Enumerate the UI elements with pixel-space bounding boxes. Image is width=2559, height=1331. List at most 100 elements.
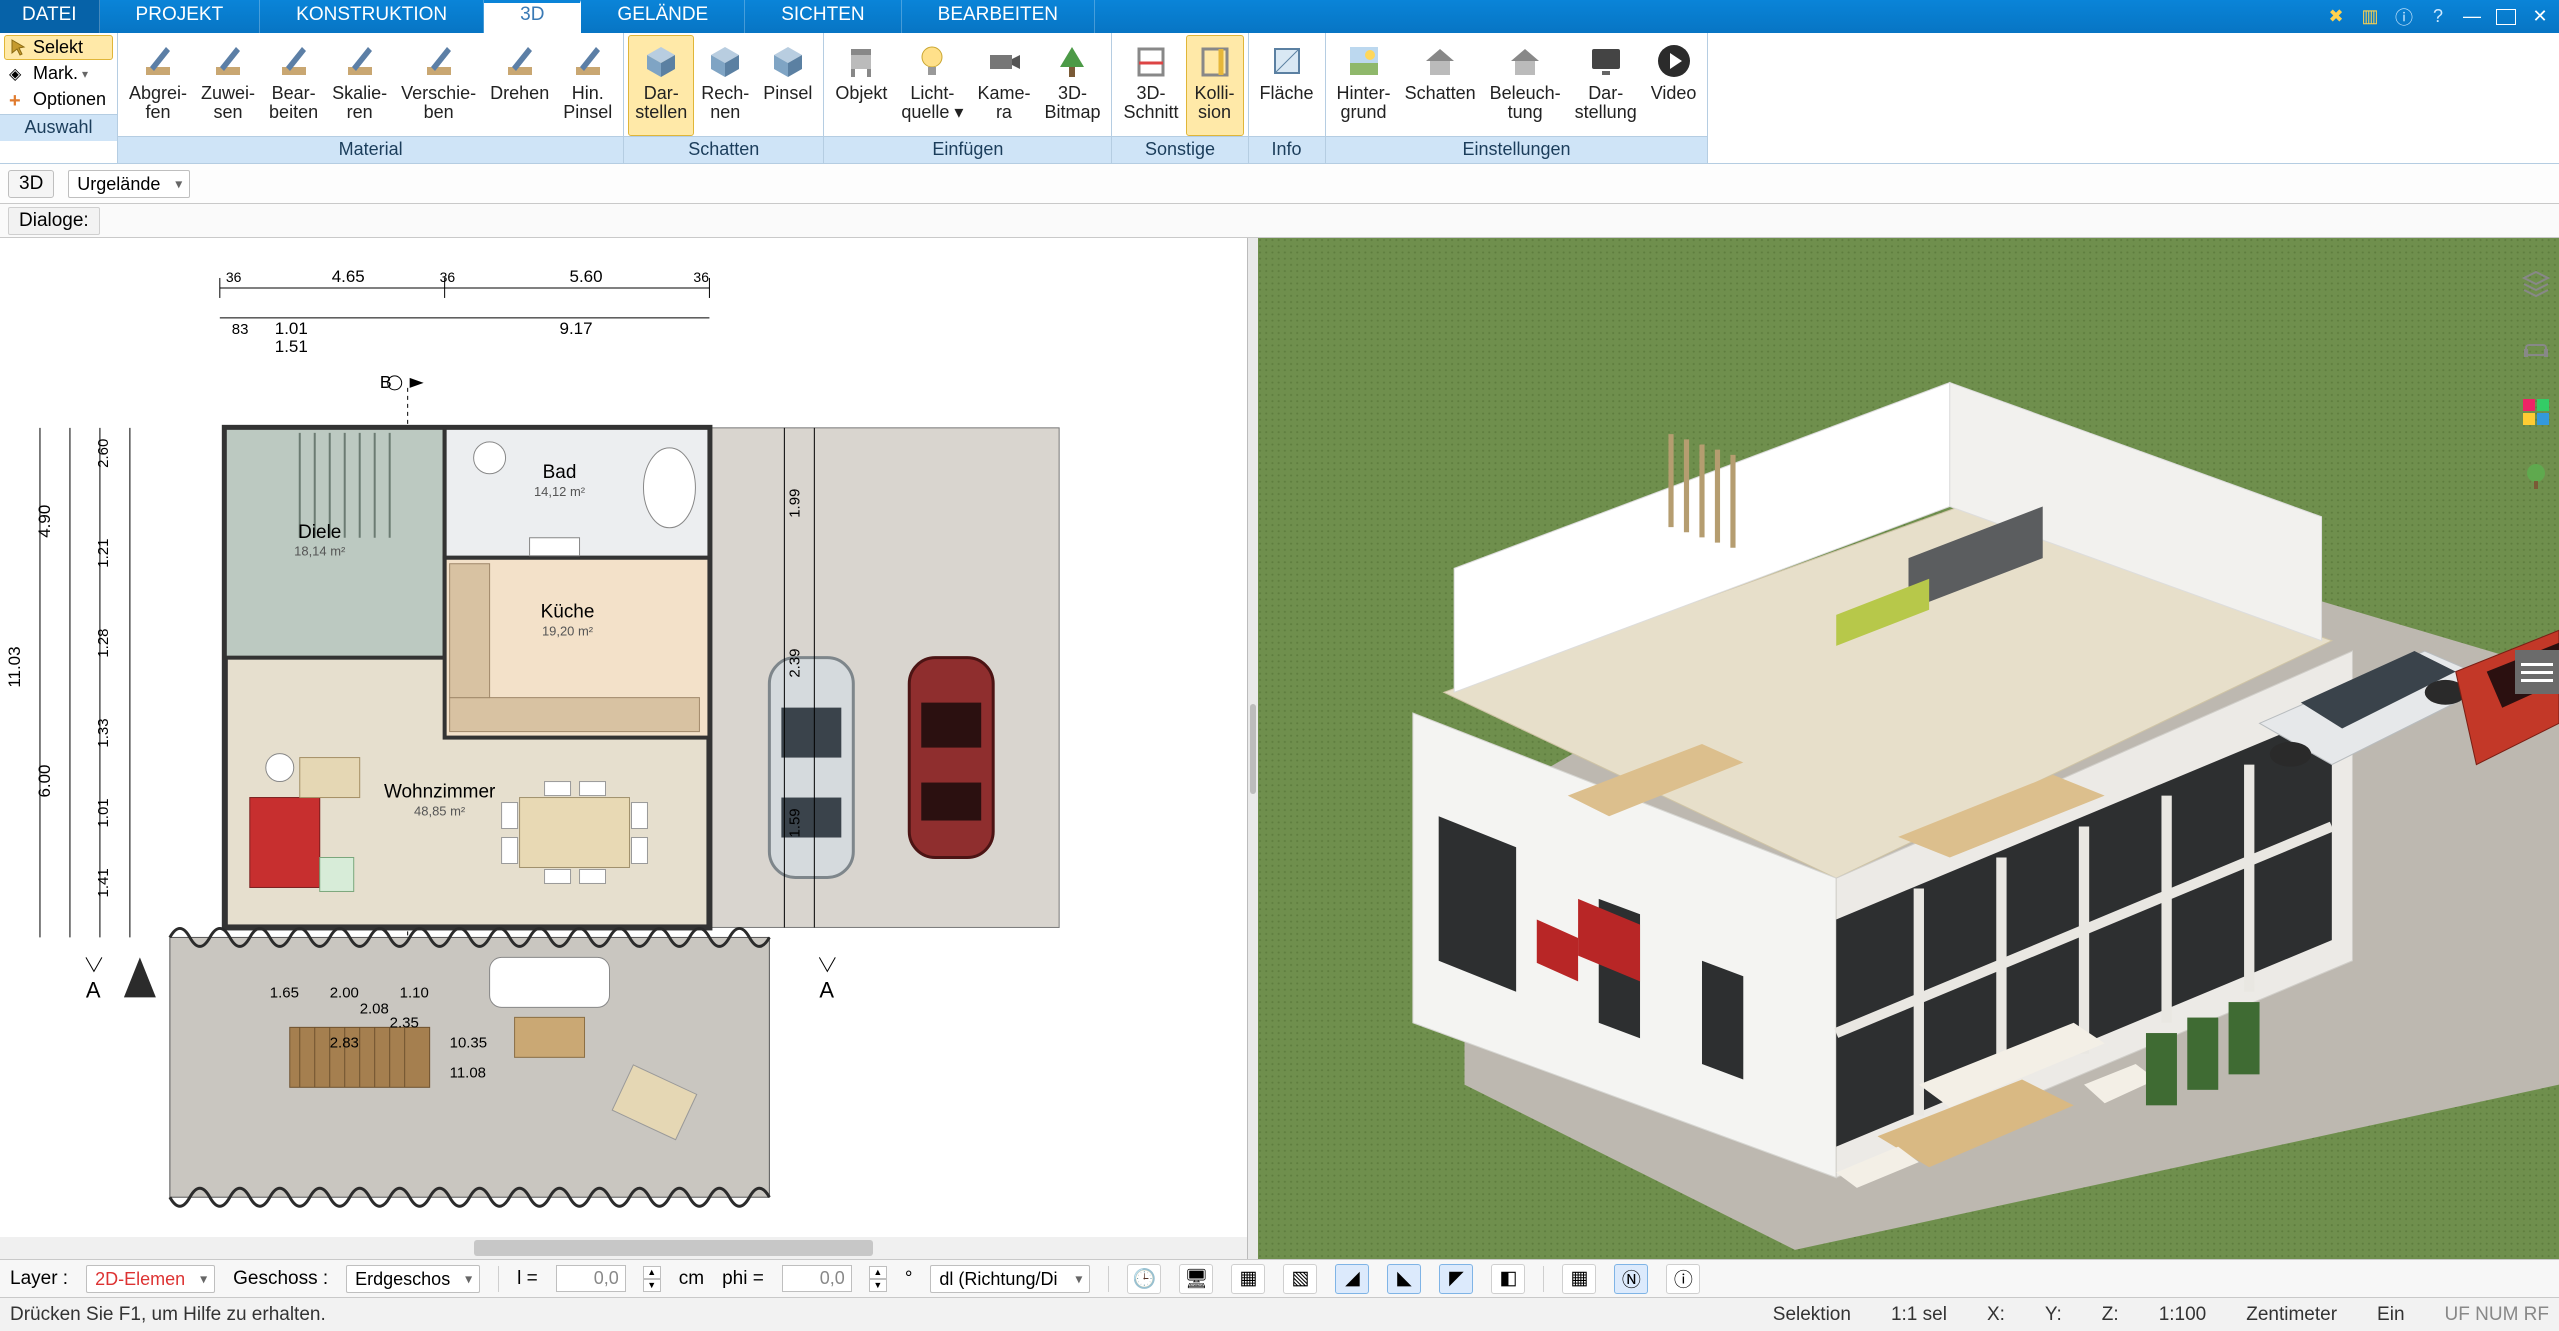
ribbon-btn-label: Objekt [835, 84, 887, 103]
info-icon[interactable]: ⓘ [2391, 4, 2417, 30]
material-verschie-button[interactable]: Verschie- ben [394, 35, 483, 136]
compass-icon[interactable]: Ⓝ [1614, 1264, 1648, 1294]
area-icon [1266, 40, 1308, 82]
einfuegen-d-button[interactable]: 3D- Bitmap [1037, 35, 1107, 136]
select-tool[interactable]: Selekt [4, 35, 113, 60]
storey-dropdown[interactable]: Erdgeschos [346, 1265, 480, 1293]
sonstige-d-button[interactable]: 3D- Schnitt [1116, 35, 1185, 136]
coord-mode-dropdown[interactable]: dl (Richtung/Di [930, 1265, 1090, 1293]
length-input[interactable] [556, 1265, 626, 1292]
phi-up[interactable]: ▲ [869, 1266, 887, 1279]
menu-konstruktion[interactable]: KONSTRUKTION [260, 0, 484, 33]
section-marker-a-right: A [819, 957, 835, 1002]
options-tool[interactable]: + Optionen [4, 87, 113, 112]
schatten-pinsel-button[interactable]: Pinsel [756, 35, 819, 136]
context-bar: 3D Urgelände [0, 164, 2559, 204]
snap-b-icon[interactable]: ◣ [1387, 1264, 1421, 1294]
ribbon-btn-label: Video [1651, 84, 1697, 103]
diml-d2: 1.28 [95, 629, 112, 658]
diml-d3: 1.33 [95, 718, 112, 747]
info-toggle-icon[interactable]: ⓘ [1666, 1264, 1700, 1294]
length-label: l = [517, 1268, 538, 1290]
snap-a-icon[interactable]: ◢ [1335, 1264, 1369, 1294]
dim-top-s1: 1.01 [275, 319, 308, 338]
room-label-diele: Diele [298, 522, 341, 543]
einstellungen-schatten-button[interactable]: Schatten [1398, 35, 1483, 136]
material-skalie-button[interactable]: Skalie- ren [325, 35, 394, 136]
status-flags: UF NUM RF [2445, 1304, 2549, 1326]
phi-down[interactable]: ▼ [869, 1279, 887, 1292]
palette-icon[interactable] [2518, 394, 2554, 430]
options-tool-label: Optionen [33, 89, 106, 110]
tools-icon[interactable]: ✖ [2323, 4, 2349, 30]
length-up[interactable]: ▲ [643, 1266, 661, 1279]
menu-gelaende[interactable]: GELÄNDE [581, 0, 745, 33]
schatten-rech-button[interactable]: Rech- nen [694, 35, 756, 136]
material-hin-button[interactable]: Hin. Pinsel [556, 35, 619, 136]
menu-bearbeiten[interactable]: BEARBEITEN [902, 0, 1095, 33]
ribbon-group-label: Auswahl [0, 114, 117, 141]
layout-icon[interactable]: ▥ [2357, 4, 2383, 30]
monitor-icon[interactable]: 🖥 [1179, 1264, 1213, 1294]
einfuegen-kame-button[interactable]: Kame- ra [970, 35, 1037, 136]
cube-brush-icon [767, 40, 809, 82]
plant-icon[interactable] [2518, 458, 2554, 494]
layers-icon[interactable] [2518, 266, 2554, 302]
cube-calc-icon [704, 40, 746, 82]
diml-total: 11.03 [5, 646, 24, 687]
einstellungen-beleuch-button[interactable]: Beleuch- tung [1483, 35, 1568, 136]
clock-icon[interactable]: 🕒 [1127, 1264, 1161, 1294]
menu-sichten[interactable]: SICHTEN [745, 0, 901, 33]
schatten-dar-button[interactable]: Dar- stellen [628, 35, 694, 136]
dim-top-2: 5.60 [570, 267, 603, 286]
group-icon[interactable]: ▦ [1231, 1264, 1265, 1294]
ribbon-btn-label: Hinter- grund [1337, 84, 1391, 122]
info-flche-button[interactable]: Fläche [1253, 35, 1321, 136]
material-drehen-button[interactable]: Drehen [483, 35, 556, 136]
snap-c-icon[interactable]: ◤ [1439, 1264, 1473, 1294]
horizontal-scrollbar[interactable] [0, 1237, 1247, 1259]
material-bear-button[interactable]: Bear- beiten [262, 35, 325, 136]
strip-expand-handle[interactable] [2515, 650, 2559, 694]
grid-icon[interactable]: ▦ [1562, 1264, 1596, 1294]
sonstige-kolli-button[interactable]: Kolli- sion [1186, 35, 1244, 136]
room-label-bad: Bad [543, 462, 577, 483]
close-button[interactable]: ✕ [2527, 4, 2553, 30]
help-icon[interactable]: ? [2425, 4, 2451, 30]
diml-lower: 6.00 [35, 765, 54, 798]
dimt-2: 2.08 [360, 1000, 389, 1017]
layer-label: Layer : [10, 1268, 68, 1290]
select-tool-label: Selekt [33, 37, 83, 58]
menu-file[interactable]: DATEI [0, 0, 100, 33]
brush-assign-icon [207, 40, 249, 82]
3d-view[interactable] [1258, 238, 2559, 1259]
terrain-dropdown[interactable]: Urgelände [68, 170, 190, 198]
furniture-icon[interactable] [2518, 330, 2554, 366]
phi-input[interactable] [782, 1265, 852, 1292]
phi-label: phi = [722, 1268, 764, 1290]
cube-icon[interactable]: ◧ [1491, 1264, 1525, 1294]
mark-tool[interactable]: ◈ Mark. ▾ [4, 61, 113, 86]
layer-icon[interactable]: ▧ [1283, 1264, 1317, 1294]
house-shadow-icon [1419, 40, 1461, 82]
material-abgrei-button[interactable]: Abgrei- fen [122, 35, 194, 136]
floorplan-view[interactable]: 4.65 5.60 9.17 1.01 1.51 83 36 36 36 B 1… [0, 238, 1248, 1259]
status-x: X: [1987, 1304, 2005, 1326]
einstellungen-dar-button[interactable]: Dar- stellung [1568, 35, 1644, 136]
dimr-0: 1.99 [786, 489, 803, 518]
material-zuwei-button[interactable]: Zuwei- sen [194, 35, 262, 136]
length-down[interactable]: ▼ [643, 1279, 661, 1292]
einfuegen-licht-button[interactable]: Licht- quelle ▾ [894, 35, 970, 136]
minimize-button[interactable]: — [2459, 4, 2485, 30]
einstellungen-hinter-button[interactable]: Hinter- grund [1330, 35, 1398, 136]
menu-projekt[interactable]: PROJEKT [100, 0, 261, 33]
menu-3d[interactable]: 3D [484, 0, 581, 33]
einfuegen-objekt-button[interactable]: Objekt [828, 35, 894, 136]
room-area-bad: 14,12 m² [534, 484, 586, 499]
layer-dropdown[interactable]: 2D-Elemen [86, 1265, 215, 1293]
pane-splitter[interactable] [1248, 238, 1258, 1259]
dimt-5: 10.35 [450, 1034, 487, 1051]
maximize-button[interactable] [2493, 4, 2519, 30]
einstellungen-video-button[interactable]: Video [1644, 35, 1704, 136]
storey-label: Geschoss : [233, 1268, 328, 1290]
